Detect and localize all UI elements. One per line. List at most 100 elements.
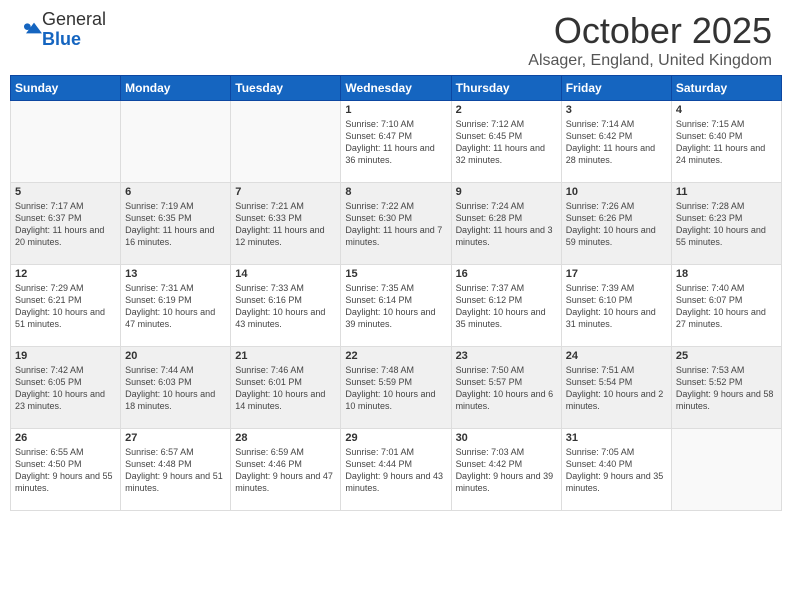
calendar-cell: 31 Sunrise: 7:05 AMSunset: 4:40 PMDayligh… xyxy=(561,429,671,511)
day-info: Sunrise: 7:33 AMSunset: 6:16 PMDaylight:… xyxy=(235,282,336,331)
day-info: Sunrise: 7:42 AMSunset: 6:05 PMDaylight:… xyxy=(15,364,116,413)
day-number: 9 xyxy=(456,186,557,198)
day-number: 6 xyxy=(125,186,226,198)
day-info: Sunrise: 7:48 AMSunset: 5:59 PMDaylight:… xyxy=(345,364,446,413)
calendar-cell xyxy=(231,101,341,183)
weekday-header-saturday: Saturday xyxy=(671,76,781,101)
calendar-cell: 17 Sunrise: 7:39 AMSunset: 6:10 PMDayligh… xyxy=(561,265,671,347)
calendar-cell xyxy=(11,101,121,183)
day-info: Sunrise: 6:59 AMSunset: 4:46 PMDaylight:… xyxy=(235,446,336,495)
calendar-cell: 28 Sunrise: 6:59 AMSunset: 4:46 PMDayligh… xyxy=(231,429,341,511)
calendar-cell: 6 Sunrise: 7:19 AMSunset: 6:35 PMDaylight… xyxy=(121,183,231,265)
calendar-cell: 3Sunrise: 7:14 AMSunset: 6:42 PMDaylight… xyxy=(561,101,671,183)
day-number: 27 xyxy=(125,432,226,444)
calendar-cell: 16 Sunrise: 7:37 AMSunset: 6:12 PMDayligh… xyxy=(451,265,561,347)
weekday-header-friday: Friday xyxy=(561,76,671,101)
calendar-cell: 22 Sunrise: 7:48 AMSunset: 5:59 PMDayligh… xyxy=(341,347,451,429)
day-number: 8 xyxy=(345,186,446,198)
day-info: Sunrise: 7:37 AMSunset: 6:12 PMDaylight:… xyxy=(456,282,557,331)
day-info: Sunrise: 7:05 AMSunset: 4:40 PMDaylight:… xyxy=(566,446,667,495)
day-number: 24 xyxy=(566,350,667,362)
header: General Blue October 2025 Alsager, Engla… xyxy=(0,0,792,75)
calendar-cell: 2 Sunrise: 7:12 AMSunset: 6:45 PMDaylight… xyxy=(451,101,561,183)
calendar-cell: 20 Sunrise: 7:44 AMSunset: 6:03 PMDayligh… xyxy=(121,347,231,429)
day-number: 30 xyxy=(456,432,557,444)
title-block: October 2025 Alsager, England, United Ki… xyxy=(528,10,772,70)
day-info: Sunrise: 7:29 AMSunset: 6:21 PMDaylight:… xyxy=(15,282,116,331)
day-number: 19 xyxy=(15,350,116,362)
weekday-header-wednesday: Wednesday xyxy=(341,76,451,101)
day-info: Sunrise: 7:44 AMSunset: 6:03 PMDaylight:… xyxy=(125,364,226,413)
day-info: Sunrise: 7:22 AMSunset: 6:30 PMDaylight:… xyxy=(345,200,446,249)
day-info: Sunrise: 7:31 AMSunset: 6:19 PMDaylight:… xyxy=(125,282,226,331)
day-number: 5 xyxy=(15,186,116,198)
day-info: Sunrise: 7:17 AMSunset: 6:37 PMDaylight:… xyxy=(15,200,116,249)
day-info: Sunrise: 7:14 AMSunset: 6:42 PMDaylight:… xyxy=(566,118,667,167)
day-info: Sunrise: 7:40 AMSunset: 6:07 PMDaylight:… xyxy=(676,282,777,331)
day-number: 15 xyxy=(345,268,446,280)
logo-icon xyxy=(22,20,42,40)
calendar-cell: 25 Sunrise: 7:53 AMSunset: 5:52 PMDayligh… xyxy=(671,347,781,429)
logo-general-text: General xyxy=(42,10,106,30)
day-number: 26 xyxy=(15,432,116,444)
calendar-cell: 8 Sunrise: 7:22 AMSunset: 6:30 PMDaylight… xyxy=(341,183,451,265)
calendar-cell: 11 Sunrise: 7:28 AMSunset: 6:23 PMDayligh… xyxy=(671,183,781,265)
calendar-cell: 15 Sunrise: 7:35 AMSunset: 6:14 PMDayligh… xyxy=(341,265,451,347)
logo-blue-text: Blue xyxy=(42,30,106,50)
day-info: Sunrise: 7:26 AMSunset: 6:26 PMDaylight:… xyxy=(566,200,667,249)
day-info: Sunrise: 7:12 AMSunset: 6:45 PMDaylight:… xyxy=(456,118,557,167)
day-number: 20 xyxy=(125,350,226,362)
calendar-cell xyxy=(671,429,781,511)
day-info: Sunrise: 7:46 AMSunset: 6:01 PMDaylight:… xyxy=(235,364,336,413)
day-number: 22 xyxy=(345,350,446,362)
day-number: 7 xyxy=(235,186,336,198)
day-info: Sunrise: 6:55 AMSunset: 4:50 PMDaylight:… xyxy=(15,446,116,495)
day-number: 14 xyxy=(235,268,336,280)
calendar-cell: 14 Sunrise: 7:33 AMSunset: 6:16 PMDayligh… xyxy=(231,265,341,347)
day-number: 21 xyxy=(235,350,336,362)
weekday-header-monday: Monday xyxy=(121,76,231,101)
month-title: October 2025 xyxy=(528,10,772,52)
day-number: 16 xyxy=(456,268,557,280)
calendar-cell xyxy=(121,101,231,183)
day-info: Sunrise: 7:01 AMSunset: 4:44 PMDaylight:… xyxy=(345,446,446,495)
day-number: 10 xyxy=(566,186,667,198)
logo: General Blue xyxy=(20,10,106,50)
calendar-cell: 1Sunrise: 7:10 AMSunset: 6:47 PMDaylight… xyxy=(341,101,451,183)
calendar-cell: 7 Sunrise: 7:21 AMSunset: 6:33 PMDaylight… xyxy=(231,183,341,265)
day-number: 23 xyxy=(456,350,557,362)
calendar-cell: 23 Sunrise: 7:50 AMSunset: 5:57 PMDayligh… xyxy=(451,347,561,429)
day-number: 2 xyxy=(456,104,557,116)
day-number: 25 xyxy=(676,350,777,362)
day-number: 28 xyxy=(235,432,336,444)
calendar-cell: 4 Sunrise: 7:15 AMSunset: 6:40 PMDaylight… xyxy=(671,101,781,183)
calendar-cell: 13 Sunrise: 7:31 AMSunset: 6:19 PMDayligh… xyxy=(121,265,231,347)
calendar-cell: 19 Sunrise: 7:42 AMSunset: 6:05 PMDayligh… xyxy=(11,347,121,429)
day-number: 13 xyxy=(125,268,226,280)
location: Alsager, England, United Kingdom xyxy=(528,52,772,70)
calendar-cell: 9 Sunrise: 7:24 AMSunset: 6:28 PMDaylight… xyxy=(451,183,561,265)
day-info: Sunrise: 7:53 AMSunset: 5:52 PMDaylight:… xyxy=(676,364,777,413)
weekday-header-thursday: Thursday xyxy=(451,76,561,101)
day-info: Sunrise: 7:39 AMSunset: 6:10 PMDaylight:… xyxy=(566,282,667,331)
day-number: 17 xyxy=(566,268,667,280)
day-info: Sunrise: 7:19 AMSunset: 6:35 PMDaylight:… xyxy=(125,200,226,249)
day-number: 12 xyxy=(15,268,116,280)
day-info: Sunrise: 7:35 AMSunset: 6:14 PMDaylight:… xyxy=(345,282,446,331)
day-info: Sunrise: 7:28 AMSunset: 6:23 PMDaylight:… xyxy=(676,200,777,249)
day-info: Sunrise: 7:15 AMSunset: 6:40 PMDaylight:… xyxy=(676,118,777,167)
day-number: 18 xyxy=(676,268,777,280)
day-info: Sunrise: 7:03 AMSunset: 4:42 PMDaylight:… xyxy=(456,446,557,495)
day-number: 11 xyxy=(676,186,777,198)
day-info: Sunrise: 7:50 AMSunset: 5:57 PMDaylight:… xyxy=(456,364,557,413)
day-number: 31 xyxy=(566,432,667,444)
calendar-cell: 24Sunrise: 7:51 AMSunset: 5:54 PMDayligh… xyxy=(561,347,671,429)
day-info: Sunrise: 7:21 AMSunset: 6:33 PMDaylight:… xyxy=(235,200,336,249)
calendar-cell: 12 Sunrise: 7:29 AMSunset: 6:21 PMDayligh… xyxy=(11,265,121,347)
day-info: Sunrise: 7:24 AMSunset: 6:28 PMDaylight:… xyxy=(456,200,557,249)
calendar-cell: 27Sunrise: 6:57 AMSunset: 4:48 PMDayligh… xyxy=(121,429,231,511)
calendar-cell: 18 Sunrise: 7:40 AMSunset: 6:07 PMDayligh… xyxy=(671,265,781,347)
calendar-cell: 29Sunrise: 7:01 AMSunset: 4:44 PMDayligh… xyxy=(341,429,451,511)
calendar-cell: 21 Sunrise: 7:46 AMSunset: 6:01 PMDayligh… xyxy=(231,347,341,429)
day-number: 4 xyxy=(676,104,777,116)
